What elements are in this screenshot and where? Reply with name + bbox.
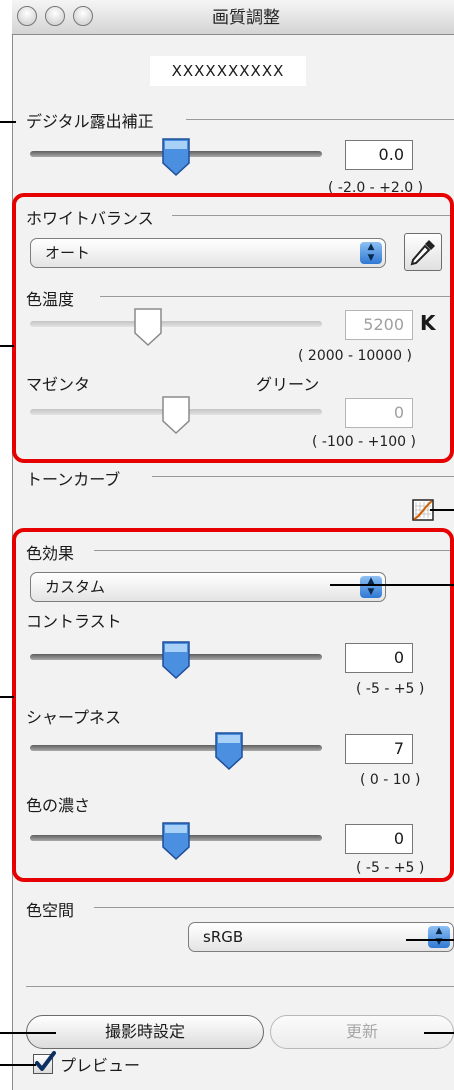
chevron-updown-icon: ▲ ▼ [428,926,450,948]
window-title: 画質調整 [212,8,280,28]
close-window-button[interactable] [17,6,37,26]
callout-line [330,584,454,586]
callout-line [0,696,14,698]
white-balance-highlight [12,193,454,463]
callout-line [0,1064,36,1066]
callout-line [430,509,454,511]
shot-settings-button[interactable]: 撮影時設定 [26,1015,264,1049]
section-divider [186,119,454,120]
title-bar: 画質調整 [12,0,454,35]
color-space-label: 色空間 [26,897,81,921]
section-divider [94,907,454,908]
exposure-value-field[interactable]: 0.0 [345,140,413,170]
exposure-slider-thumb[interactable] [161,137,191,177]
callout-line [0,121,16,123]
color-space-selected: sRGB [203,928,244,946]
preview-label: プレビュー [60,1056,141,1075]
minimize-window-button[interactable] [45,6,65,26]
exposure-label: デジタル露出補正 [26,108,160,132]
callout-line [0,345,14,347]
callout-line [0,1032,56,1034]
callout-line [424,1032,454,1034]
preview-checkbox[interactable] [33,1051,56,1074]
color-space-select[interactable]: sRGB ▲ ▼ [188,922,454,952]
tone-curve-label: トーンカーブ [26,466,127,490]
callout-line [406,939,454,941]
section-divider [26,986,454,987]
section-divider [152,476,454,477]
color-effect-highlight [12,528,454,882]
image-name: XXXXXXXXXX [150,56,306,86]
checkmark-icon [35,1051,56,1071]
zoom-window-button[interactable] [73,6,93,26]
